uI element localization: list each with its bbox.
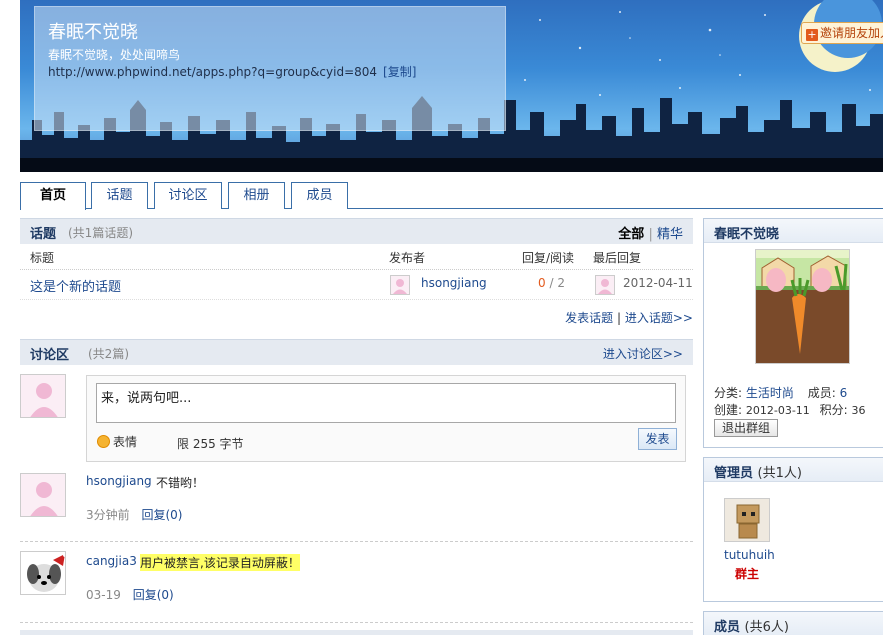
group-url-text: http://www.phpwind.net/apps.php?q=group&… bbox=[48, 65, 378, 79]
category-label: 分类: bbox=[714, 386, 743, 400]
quit-group-button[interactable]: 退出群组 bbox=[714, 419, 778, 437]
category-link[interactable]: 生活时尚 bbox=[746, 386, 794, 400]
post-time: 3分钟前 bbox=[86, 508, 130, 522]
post-time: 03-19 bbox=[86, 588, 121, 602]
topic-last-reply-date: 2012-04-11 bbox=[623, 276, 693, 290]
discussion-composer: 来，说两句吧... 表情 限 255 字节 发表 bbox=[86, 375, 686, 462]
admin-avatar[interactable] bbox=[724, 498, 770, 542]
tab-members[interactable]: 成员 bbox=[291, 182, 348, 209]
post-meta: 03-19 回复(0) bbox=[86, 586, 174, 603]
topic-links-separator: | bbox=[617, 311, 622, 325]
post-divider bbox=[20, 541, 693, 542]
col-last-reply: 最后回复 bbox=[593, 251, 642, 265]
carrot-rabbits-illustration bbox=[756, 250, 849, 363]
user-silhouette-icon bbox=[393, 279, 407, 294]
group-created-row: 创建: 2012-03-11 积分: 36 bbox=[714, 401, 866, 418]
smiley-icon bbox=[97, 435, 110, 448]
char-limit-hint: 限 255 字节 bbox=[177, 437, 244, 451]
admins-box: 管理员 (共1人) tutuhuih 群主 bbox=[703, 457, 883, 602]
tab-topics[interactable]: 话题 bbox=[91, 182, 148, 209]
avatar[interactable] bbox=[20, 473, 66, 517]
created-date: 2012-03-11 bbox=[745, 404, 810, 417]
topics-title: 话题 bbox=[30, 227, 57, 242]
topics-count: (共1篇话题) bbox=[68, 226, 133, 240]
topics-column-headers: 标题 发布者 回复/阅读 最后回复 bbox=[20, 245, 693, 270]
group-category-row: 分类: 生活时尚 成员: 6 bbox=[714, 384, 847, 401]
filter-digest-link[interactable]: 精华 bbox=[657, 227, 683, 242]
post-topic-link[interactable]: 发表话题 bbox=[565, 311, 613, 325]
current-user-avatar bbox=[20, 374, 66, 418]
group-banner: 春眠不觉晓 春眠不觉晓，处处闻啼鸟 http://www.phpwind.net… bbox=[20, 0, 883, 172]
members-title: 成员 bbox=[714, 620, 741, 635]
group-tabs: 首页 话题 讨论区 相册 成员 bbox=[20, 182, 883, 210]
post-meta: 3分钟前 回复(0) bbox=[86, 506, 182, 523]
topic-views: / 2 bbox=[549, 276, 565, 290]
message-input[interactable]: 来，说两句吧... bbox=[96, 383, 676, 423]
reply-link[interactable]: 回复(0) bbox=[141, 508, 182, 522]
topics-filter: 全部 | 精华 bbox=[618, 223, 683, 242]
created-label: 创建: bbox=[714, 403, 743, 417]
points-value: 36 bbox=[851, 404, 866, 417]
copy-url-link[interactable]: [复制] bbox=[383, 65, 416, 79]
tab-home[interactable]: 首页 bbox=[20, 182, 86, 210]
tab-discussion[interactable]: 讨论区 bbox=[154, 182, 222, 209]
admin-name-link[interactable]: tutuhuih bbox=[724, 548, 775, 562]
group-name: 春眠不觉晓 bbox=[48, 22, 138, 43]
topic-author-link[interactable]: hsongjiang bbox=[421, 276, 487, 290]
post-author-link[interactable]: cangjia3 bbox=[86, 554, 137, 568]
filter-separator: | bbox=[648, 227, 653, 242]
post-text: 用户被禁言,该记录自动屏蔽！ bbox=[140, 554, 300, 571]
group-url: http://www.phpwind.net/apps.php?q=group&… bbox=[48, 63, 416, 80]
members-label: 成员: bbox=[807, 386, 836, 400]
post-text: 不错哟！ bbox=[156, 476, 205, 490]
user-silhouette-icon bbox=[21, 474, 65, 516]
invite-friends-button[interactable]: +邀请朋友加入 bbox=[801, 22, 883, 44]
user-silhouette-icon bbox=[21, 375, 65, 417]
reply-link[interactable]: 回复(0) bbox=[133, 588, 174, 602]
topics-section-header: 话题 (共1篇话题) 全部 | 精华 bbox=[20, 218, 693, 244]
avatar[interactable] bbox=[20, 551, 66, 595]
plus-icon: + bbox=[806, 28, 818, 41]
admins-count: (共1人) bbox=[757, 466, 802, 481]
post-author-link[interactable]: hsongjiang bbox=[86, 474, 152, 488]
topic-replies: 0 bbox=[538, 276, 546, 290]
emoji-button[interactable]: 表情 bbox=[97, 433, 137, 450]
topic-reply-count: 0 / 2 bbox=[538, 276, 565, 290]
members-box: 成员 (共6人) bbox=[703, 611, 883, 635]
dog-avatar-icon bbox=[21, 552, 65, 594]
admins-title: 管理员 bbox=[714, 466, 754, 481]
discussion-section-header: 讨论区 (共2篇) 进入讨论区>> bbox=[20, 339, 693, 365]
invite-friends-label: 邀请朋友加入 bbox=[820, 26, 883, 40]
post-divider bbox=[20, 622, 693, 623]
group-description: 春眠不觉晓，处处闻啼鸟 bbox=[48, 48, 181, 62]
discussion-count: (共2篇) bbox=[88, 347, 129, 361]
col-title: 标题 bbox=[30, 251, 55, 265]
filter-all-link[interactable]: 全部 bbox=[618, 227, 644, 242]
members-count-link[interactable]: 6 bbox=[840, 386, 848, 400]
topic-title-link[interactable]: 这是个新的话题 bbox=[30, 276, 121, 295]
send-button[interactable]: 发表 bbox=[638, 428, 677, 450]
group-summary-title: 春眠不觉晓 bbox=[704, 219, 883, 243]
next-section-header bbox=[20, 630, 693, 635]
last-reply-avatar[interactable] bbox=[595, 275, 615, 295]
members-header: 成员 (共6人) bbox=[704, 612, 883, 635]
admin-role-badge: 群主 bbox=[735, 567, 760, 581]
col-author: 发布者 bbox=[389, 251, 426, 265]
discussion-title: 讨论区 bbox=[30, 348, 70, 363]
table-row: 这是个新的话题 hsongjiang 0 / 2 2012-04-11 bbox=[20, 270, 693, 300]
author-avatar[interactable] bbox=[390, 275, 410, 295]
group-logo bbox=[755, 249, 850, 364]
points-label: 积分: bbox=[819, 403, 848, 417]
col-replies: 回复/阅读 bbox=[522, 251, 575, 265]
enter-topics-link[interactable]: 进入话题>> bbox=[625, 311, 693, 325]
emoji-label: 表情 bbox=[113, 435, 138, 449]
group-summary-box: 春眠不觉晓 分类: 生活时尚 成员: 6 创建: 2012-03-11 积分: … bbox=[703, 218, 883, 448]
tab-album[interactable]: 相册 bbox=[228, 182, 285, 209]
topic-actions: 发表话题 | 进入话题>> bbox=[565, 309, 693, 326]
admins-header: 管理员 (共1人) bbox=[704, 458, 883, 482]
members-box-count: (共6人) bbox=[744, 620, 789, 635]
enter-discussion-link[interactable]: 进入讨论区>> bbox=[603, 345, 683, 362]
user-silhouette-icon bbox=[598, 279, 612, 294]
cardboard-robot-icon bbox=[725, 499, 769, 541]
